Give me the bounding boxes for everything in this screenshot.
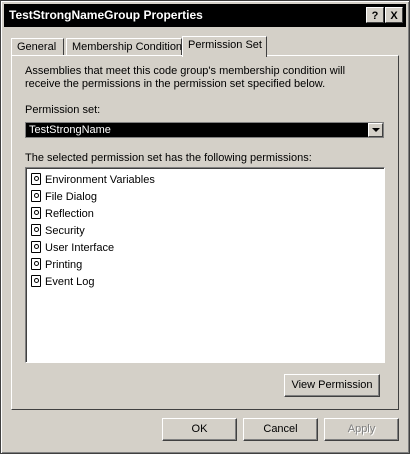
description-line-2: receive the permissions in the permissio… xyxy=(25,78,326,90)
list-item[interactable]: Event Log xyxy=(31,275,95,291)
list-item[interactable]: User Interface xyxy=(31,241,114,257)
list-item-label: Printing xyxy=(45,259,83,271)
list-item[interactable]: File Dialog xyxy=(31,190,97,206)
permission-icon xyxy=(31,190,41,202)
list-item[interactable]: Environment Variables xyxy=(31,173,155,189)
list-item-label: Environment Variables xyxy=(45,174,155,186)
list-item[interactable]: Reflection xyxy=(31,207,94,223)
permissions-label: The selected permission set has the foll… xyxy=(25,152,312,164)
ok-button[interactable]: OK xyxy=(162,418,237,441)
list-item-label: Reflection xyxy=(45,208,94,220)
tab-general[interactable]: General xyxy=(11,38,64,56)
list-item[interactable]: Security xyxy=(31,224,85,240)
list-item-label: User Interface xyxy=(45,242,115,254)
chevron-down-icon[interactable] xyxy=(368,123,383,137)
permission-set-value: TestStrongName xyxy=(29,124,111,136)
tab-permission-set[interactable]: Permission Set xyxy=(182,36,267,57)
title-bar[interactable]: TestStrongNameGroup Properties ? X xyxy=(4,4,406,27)
tab-membership-condition[interactable]: Membership Condition xyxy=(66,38,182,56)
panel-description: Assemblies that meet this code group's m… xyxy=(25,65,375,91)
list-item-label: Security xyxy=(45,225,85,237)
description-line-1: Assemblies that meet this code group's m… xyxy=(25,65,346,77)
close-button[interactable]: X xyxy=(385,7,403,23)
help-button[interactable]: ? xyxy=(366,7,384,23)
permission-icon xyxy=(31,258,41,270)
apply-button-label: Apply xyxy=(347,423,376,435)
apply-button[interactable]: Apply xyxy=(324,418,399,441)
permission-icon xyxy=(31,207,41,219)
properties-dialog: TestStrongNameGroup Properties ? X Gener… xyxy=(0,0,410,454)
list-item-label: Event Log xyxy=(45,276,95,288)
permission-set-label: Permission set: xyxy=(25,104,101,116)
permission-icon xyxy=(31,224,41,236)
list-item-label: File Dialog xyxy=(45,191,97,203)
permission-set-dropdown[interactable]: TestStrongName xyxy=(25,122,384,138)
permissions-list[interactable]: Environment Variables File Dialog Reflec… xyxy=(25,167,385,363)
window-title: TestStrongNameGroup Properties xyxy=(9,8,203,22)
cancel-button[interactable]: Cancel xyxy=(243,418,318,441)
permission-icon xyxy=(31,275,41,287)
permission-icon xyxy=(31,241,41,253)
view-permission-button[interactable]: View Permission xyxy=(284,374,380,397)
list-item[interactable]: Printing xyxy=(31,258,82,274)
permission-icon xyxy=(31,173,41,185)
